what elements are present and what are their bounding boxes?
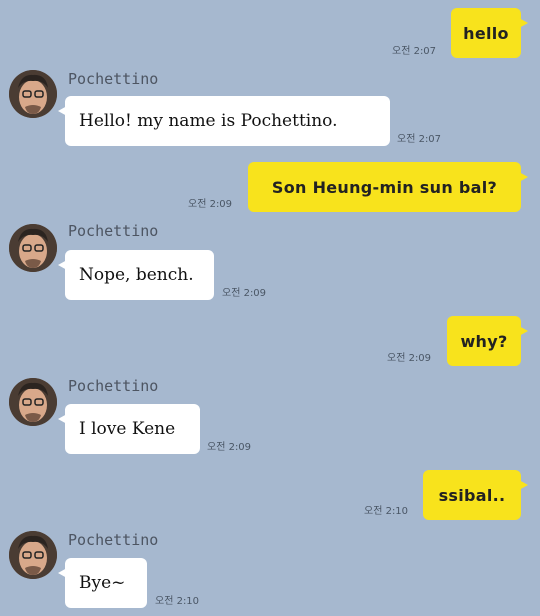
avatar-face-icon bbox=[9, 531, 57, 579]
incoming-message-bubble[interactable]: Nope, bench. bbox=[58, 250, 214, 300]
message-timestamp: 오전 2:10 bbox=[364, 506, 409, 517]
outgoing-message-bubble[interactable]: hello bbox=[451, 8, 528, 58]
message-timestamp: 오전 2:07 bbox=[397, 134, 442, 145]
message-timestamp: 오전 2:09 bbox=[188, 199, 233, 210]
sender-avatar[interactable] bbox=[9, 378, 57, 426]
sender-name: Pochettino bbox=[68, 222, 159, 240]
message-timestamp: 오전 2:09 bbox=[207, 442, 252, 453]
incoming-message-bubble[interactable]: Bye~ bbox=[58, 558, 147, 608]
avatar-face-icon bbox=[9, 224, 57, 272]
message-timestamp: 오전 2:10 bbox=[155, 596, 200, 607]
message-timestamp: 오전 2:07 bbox=[392, 46, 437, 57]
outgoing-message-bubble[interactable]: ssibal.. bbox=[423, 470, 528, 520]
sender-avatar[interactable] bbox=[9, 224, 57, 272]
sender-avatar[interactable] bbox=[9, 70, 57, 118]
message-timestamp: 오전 2:09 bbox=[222, 288, 267, 299]
avatar-face-icon bbox=[9, 70, 57, 118]
sender-avatar[interactable] bbox=[9, 531, 57, 579]
sender-name: Pochettino bbox=[68, 531, 159, 549]
sender-name: Pochettino bbox=[68, 70, 159, 88]
chat-window: hello 오전 2:07 Pochettino Hello! my name … bbox=[0, 0, 540, 616]
message-timestamp: 오전 2:09 bbox=[387, 353, 432, 364]
incoming-message-bubble[interactable]: Hello! my name is Pochettino. bbox=[58, 96, 390, 146]
sender-name: Pochettino bbox=[68, 377, 159, 395]
outgoing-message-bubble[interactable]: why? bbox=[447, 316, 528, 366]
incoming-message-bubble[interactable]: I love Kene bbox=[58, 404, 200, 454]
outgoing-message-bubble[interactable]: Son Heung-min sun bal? bbox=[248, 162, 528, 212]
avatar-face-icon bbox=[9, 378, 57, 426]
